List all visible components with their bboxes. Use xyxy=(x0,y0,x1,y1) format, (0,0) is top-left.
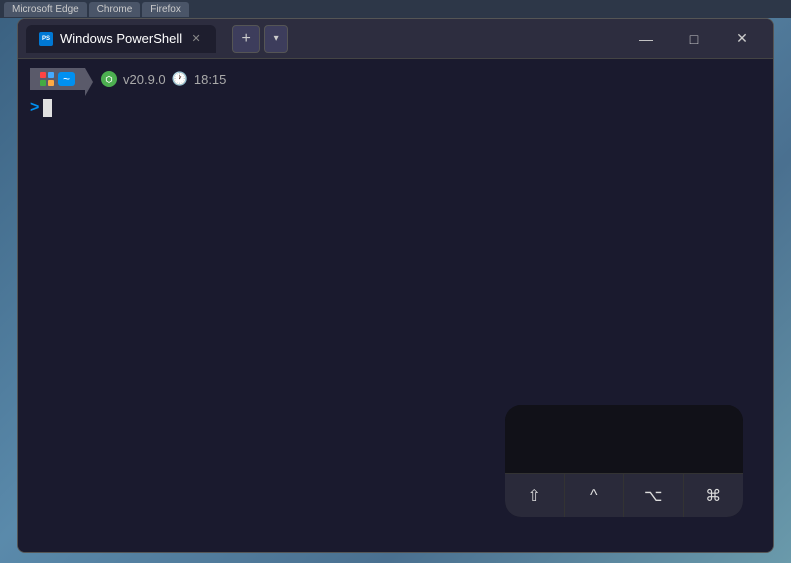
close-button[interactable]: ✕ xyxy=(719,23,765,55)
title-tab[interactable]: Windows PowerShell ✕ xyxy=(26,25,216,53)
title-bar: Windows PowerShell ✕ + ▾ — □ ✕ xyxy=(18,19,773,59)
window-controls: — □ ✕ xyxy=(623,23,765,55)
taskbar-tab-edge: Microsoft Edge xyxy=(4,2,87,17)
prompt-status-bar: ~ ⬡ v20.9.0 🕐 18:15 xyxy=(30,67,761,91)
tab-controls: + ▾ xyxy=(232,25,288,53)
new-tab-button[interactable]: + xyxy=(232,25,260,53)
tab-dropdown-button[interactable]: ▾ xyxy=(264,25,288,53)
cursor-block xyxy=(43,99,52,117)
taskbar-tab-chrome: Chrome xyxy=(89,2,141,17)
taskbar-behind: Microsoft Edge Chrome Firefox xyxy=(0,0,791,18)
taskbar-tab-firefox: Firefox xyxy=(142,2,189,17)
ps-square-icon xyxy=(39,32,53,46)
close-tab-button[interactable]: ✕ xyxy=(188,31,204,47)
keyboard-panel: ⇧ ^ ⌥ ⌘ xyxy=(505,405,743,517)
tab-label: Windows PowerShell xyxy=(60,31,182,46)
ctrl-key[interactable]: ^ xyxy=(565,473,625,517)
keyboard-keys: ⇧ ^ ⌥ ⌘ xyxy=(505,473,743,517)
node-icon: ⬡ xyxy=(101,71,117,87)
alt-key[interactable]: ⌥ xyxy=(624,473,684,517)
status-segment-version: ⬡ v20.9.0 🕐 18:15 xyxy=(85,67,236,91)
ps-logo-icon xyxy=(38,31,54,47)
keyboard-display-area xyxy=(505,405,743,473)
maximize-button[interactable]: □ xyxy=(671,23,717,55)
terminal-content[interactable]: ~ ⬡ v20.9.0 🕐 18:15 > ⇧ ^ ⌥ ⌘ xyxy=(18,59,773,552)
time-label: 18:15 xyxy=(194,72,227,87)
powershell-window: Windows PowerShell ✕ + ▾ — □ ✕ ~ xyxy=(17,18,774,553)
command-prompt-line: > xyxy=(30,99,761,117)
minimize-button[interactable]: — xyxy=(623,23,669,55)
shift-key[interactable]: ⇧ xyxy=(505,473,565,517)
status-segment-windows: ~ xyxy=(30,68,85,90)
prompt-arrow: > xyxy=(30,99,39,117)
clock-icon: 🕐 xyxy=(172,71,188,87)
cmd-key[interactable]: ⌘ xyxy=(684,473,744,517)
tilde-badge: ~ xyxy=(58,72,75,86)
version-label: v20.9.0 xyxy=(123,72,166,87)
windows-icon xyxy=(40,72,54,86)
